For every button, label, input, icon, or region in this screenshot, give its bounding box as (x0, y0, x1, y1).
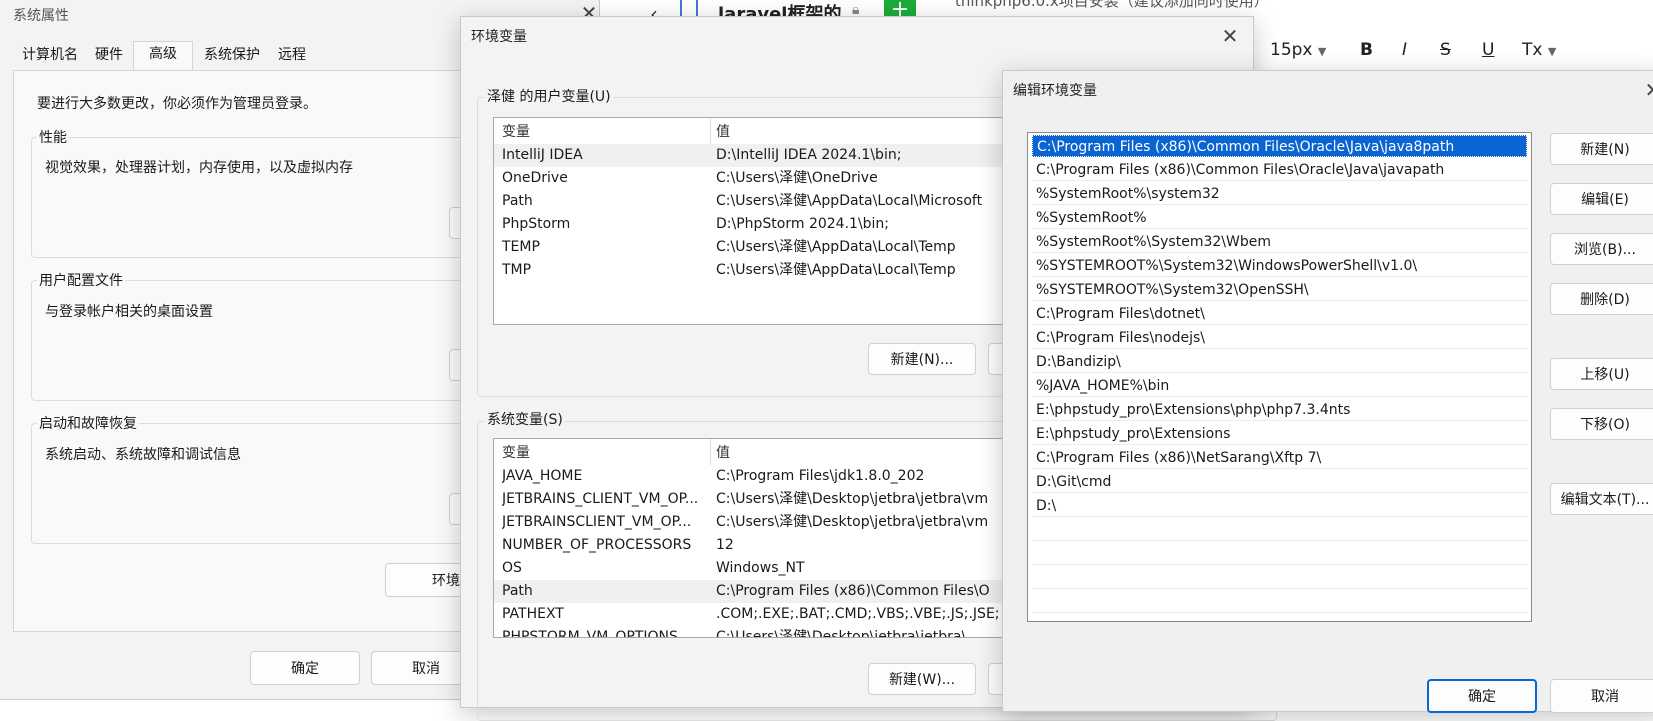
edit-text-button[interactable]: 编辑文本(T)... (1550, 483, 1653, 515)
var-value: C:\Users\泽健\Desktop\jetbra\jetbra\ (716, 629, 967, 638)
startup-recovery-label: 启动和故障恢复 (37, 413, 139, 433)
var-value: 12 (716, 537, 734, 553)
col-variable-header[interactable]: 变量 (502, 442, 702, 465)
italic-button[interactable]: I (1402, 40, 1407, 60)
move-up-button[interactable]: 上移(U) (1550, 358, 1653, 390)
tab-advanced[interactable]: 高级 (133, 41, 193, 71)
empty-list-item[interactable] (1032, 519, 1527, 541)
var-value: C:\Users\泽健\AppData\Local\Temp (716, 239, 956, 255)
envvars-close-icon[interactable]: ✕ (1220, 26, 1240, 46)
var-name: JETBRAINSCLIENT_VM_OP... (502, 514, 692, 530)
list-item[interactable]: %SystemRoot%\System32\Wbem (1032, 231, 1527, 253)
var-value: D:\IntelliJ IDEA 2024.1\bin; (716, 147, 902, 163)
list-item[interactable]: %SYSTEMROOT%\System32\OpenSSH\ (1032, 279, 1527, 301)
var-value: C:\Program Files\jdk1.8.0_202 (716, 468, 925, 484)
empty-list-item[interactable] (1032, 567, 1527, 589)
list-item[interactable]: C:\Program Files\nodejs\ (1032, 327, 1527, 349)
var-name: IntelliJ IDEA (502, 147, 583, 163)
empty-list-item[interactable] (1032, 543, 1527, 565)
move-down-button[interactable]: 下移(O) (1550, 408, 1653, 440)
var-value: Windows_NT (716, 560, 805, 576)
font-size-dropdown[interactable]: 15px ▼ (1270, 40, 1326, 60)
col-variable-header[interactable]: 变量 (502, 121, 702, 144)
list-item[interactable]: C:\Program Files (x86)\Common Files\Orac… (1032, 135, 1527, 157)
user-profiles-desc: 与登录帐户相关的桌面设置 (45, 304, 213, 320)
list-item[interactable]: D:\Git\cmd (1032, 471, 1527, 493)
tab-remote[interactable]: 远程 (269, 43, 315, 69)
ok-button[interactable]: 确定 (250, 651, 360, 685)
system-new-button[interactable]: 新建(W)... (868, 663, 976, 695)
list-item[interactable]: %SystemRoot%\system32 (1032, 183, 1527, 205)
var-name: OneDrive (502, 170, 568, 186)
system-vars-label: 系统变量(S) (485, 409, 565, 429)
empty-list-item[interactable] (1032, 591, 1527, 613)
sysprops-title: 系统属性 (13, 8, 69, 24)
list-item[interactable]: %JAVA_HOME%\bin (1032, 375, 1527, 397)
bold-button[interactable]: B (1360, 40, 1373, 60)
column-divider (710, 439, 711, 465)
var-name: PhpStorm (502, 216, 571, 232)
var-value: C:\Program Files (x86)\Common Files\O (716, 583, 990, 599)
path-new-button[interactable]: 新建(N) (1550, 133, 1653, 165)
var-name: Path (502, 583, 533, 599)
var-name: PATHEXT (502, 606, 564, 622)
user-profiles-label: 用户配置文件 (37, 270, 125, 290)
underline-button[interactable]: U (1482, 40, 1494, 60)
edit-environment-variable-dialog: 编辑环境变量 ✕ C:\Program Files (x86)\Common F… (1002, 70, 1653, 713)
list-item[interactable]: C:\Program Files (x86)\Common Files\Orac… (1032, 159, 1527, 181)
path-delete-button[interactable]: 删除(D) (1550, 283, 1653, 315)
list-item[interactable]: D:\ (1032, 495, 1527, 517)
var-value: C:\Users\泽健\AppData\Local\Temp (716, 262, 956, 278)
editenv-ok-button[interactable]: 确定 (1427, 679, 1537, 713)
var-value: C:\Users\泽健\OneDrive (716, 170, 878, 186)
list-item[interactable]: %SystemRoot% (1032, 207, 1527, 229)
user-new-button[interactable]: 新建(N)... (868, 343, 976, 375)
path-browse-button[interactable]: 浏览(B)... (1550, 233, 1653, 265)
col-value-header[interactable]: 值 (716, 121, 730, 144)
list-item[interactable]: E:\phpstudy_pro\Extensions (1032, 423, 1527, 445)
admin-note: 要进行大多数更改，你必须作为管理员登录。 (37, 96, 317, 112)
var-name: OS (502, 560, 522, 576)
var-value: .COM;.EXE;.BAT;.CMD;.VBS;.VBE;.JS;.JSE; (716, 606, 1000, 622)
var-value: C:\Users\泽健\AppData\Local\Microsoft (716, 193, 983, 209)
var-name: TMP (502, 262, 532, 278)
var-name: PHPSTORM_VM_OPTIONS (502, 629, 678, 638)
list-item[interactable]: D:\Bandizip\ (1032, 351, 1527, 373)
var-name: JETBRAINS_CLIENT_VM_OP... (502, 491, 699, 507)
path-edit-button[interactable]: 编辑(E) (1550, 183, 1653, 215)
path-list[interactable]: C:\Program Files (x86)\Common Files\Orac… (1027, 132, 1532, 622)
var-value: C:\Users\泽健\Desktop\jetbra\jetbra\vm (716, 514, 989, 530)
editenv-title: 编辑环境变量 (1013, 83, 1097, 99)
tab-hardware[interactable]: 硬件 (87, 43, 131, 69)
tab-system-protection[interactable]: 系统保护 (195, 43, 269, 69)
var-name: JAVA_HOME (502, 468, 583, 484)
strikethrough-button[interactable]: S (1440, 40, 1451, 60)
list-item[interactable]: %SYSTEMROOT%\System32\WindowsPowerShell\… (1032, 255, 1527, 277)
startup-recovery-desc: 系统启动、系统故障和调试信息 (45, 447, 241, 463)
list-item[interactable]: C:\Program Files\dotnet\ (1032, 303, 1527, 325)
performance-desc: 视觉效果，处理器计划，内存使用，以及虚拟内存 (45, 160, 353, 176)
article-title-fragment: thinkphp6.0.x项目安装（建议添加同时使用） (955, 0, 1269, 10)
var-value: C:\Users\泽健\Desktop\jetbra\jetbra\vm (716, 491, 989, 507)
var-value: D:\PhpStorm 2024.1\bin; (716, 216, 890, 232)
clear-format-button[interactable]: Tx ▼ (1522, 40, 1556, 60)
var-name: TEMP (502, 239, 540, 255)
editenv-close-icon[interactable]: ✕ (1643, 80, 1653, 100)
editenv-cancel-button[interactable]: 取消 (1550, 679, 1653, 713)
col-value-header[interactable]: 值 (716, 442, 730, 465)
envvars-title: 环境变量 (471, 29, 527, 45)
user-vars-label: 泽健 的用户变量(U) (485, 86, 613, 106)
list-item[interactable]: E:\phpstudy_pro\Extensions\php\php7.3.4n… (1032, 399, 1527, 421)
var-name: Path (502, 193, 533, 209)
var-name: NUMBER_OF_PROCESSORS (502, 537, 692, 553)
column-divider (710, 118, 711, 144)
tab-computer-name[interactable]: 计算机名 (15, 43, 85, 69)
performance-label: 性能 (37, 127, 69, 147)
list-item[interactable]: C:\Program Files (x86)\NetSarang\Xftp 7\ (1032, 447, 1527, 469)
